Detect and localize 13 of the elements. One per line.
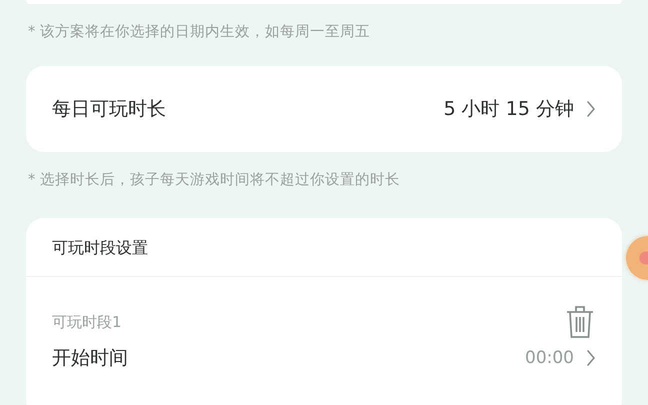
row-value: 5 小时 15 分钟: [444, 97, 574, 122]
row-value: 00:00: [525, 348, 574, 368]
time-row[interactable]: 开始时间 00:00: [26, 339, 622, 371]
chevron-icon: [586, 349, 596, 367]
card-title: 可玩时段设置: [26, 218, 622, 277]
period-label: 可玩时段1: [52, 312, 122, 332]
delete-icon[interactable]: [566, 305, 594, 339]
hint-text: * 选择时长后，孩子每天游戏时间将不超过你设置的时长: [27, 171, 401, 190]
daily-limit-row[interactable]: 每日可玩时长 5 小时 15 分钟: [26, 66, 622, 152]
row-label: 每日可玩时长: [52, 97, 166, 122]
hint-text: * 该方案将在你选择的日期内生效，如每周一至周五: [27, 22, 371, 42]
row-label: 开始时间: [52, 346, 128, 371]
chevron-icon: [586, 100, 596, 118]
